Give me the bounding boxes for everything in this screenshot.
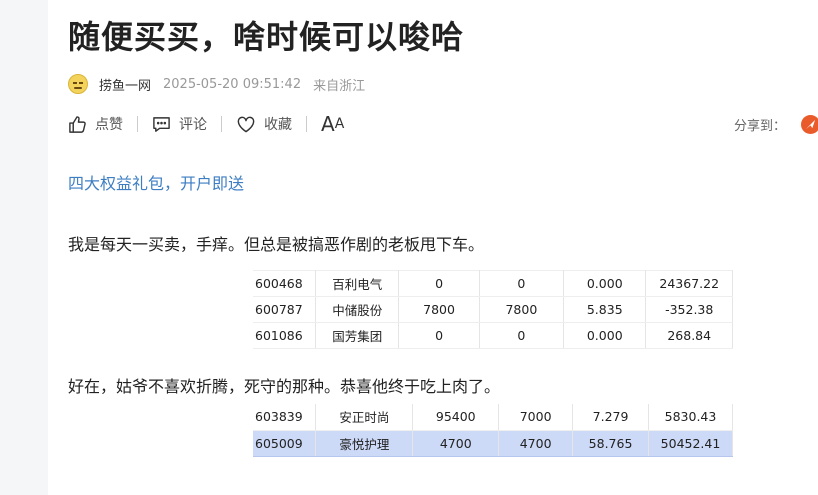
stock-qty: 0	[398, 322, 480, 349]
share-bar: 分享到：	[734, 113, 818, 135]
stock-qty: 95400	[412, 404, 500, 431]
stock-name: 中储股份	[315, 296, 400, 323]
comment-label: 评论	[179, 117, 207, 133]
font-size-small: A	[334, 116, 345, 132]
font-size-button[interactable]: AA	[321, 112, 344, 136]
holdings-table-1: 600468 百利电气 0 0 0.000 24367.22 600787 中储…	[253, 270, 733, 349]
stock-pnl: 5830.43	[648, 404, 733, 431]
stock-qty: 0	[398, 270, 480, 297]
action-bar: 点赞 评论 收藏 AA	[68, 112, 344, 136]
stock-avail: 0	[479, 270, 565, 297]
promo-link[interactable]: 四大权益礼包，开户即送	[68, 170, 244, 194]
article-title: 随便买买，啥时候可以唆哈	[68, 18, 465, 56]
heart-icon	[237, 116, 255, 132]
favorite-button[interactable]: 收藏	[236, 114, 292, 134]
stock-code: 603839	[253, 404, 317, 431]
table-row: 600787 中储股份 7800 7800 5.835 -352.38	[253, 296, 733, 323]
stock-avail: 7800	[479, 296, 565, 323]
stock-avail: 0	[479, 322, 565, 349]
stock-qty: 7800	[398, 296, 480, 323]
comment-button[interactable]: 评论	[152, 114, 207, 134]
stock-name: 国芳集团	[315, 322, 400, 349]
paragraph-1: 我是每天一买卖，手痒。但总是被搞恶作剧的老板甩下车。	[68, 235, 485, 254]
favorite-label: 收藏	[264, 117, 292, 133]
article-meta: 捞鱼一网 2025-05-20 09:51:42 来自浙江	[68, 74, 365, 94]
author-name[interactable]: 捞鱼一网	[99, 75, 151, 94]
paragraph-2: 好在，姑爷不喜欢折腾，死守的那种。恭喜他终于吃上肉了。	[68, 377, 501, 396]
stock-code: 600787	[253, 296, 317, 323]
stock-avail: 7000	[498, 404, 574, 431]
stock-name: 百利电气	[315, 270, 400, 297]
stock-name: 安正时尚	[315, 404, 414, 431]
left-sidebar-strip	[0, 0, 48, 495]
share-platform-button[interactable]	[801, 114, 818, 134]
author-avatar[interactable]	[68, 74, 88, 94]
stock-price: 0.000	[563, 270, 647, 297]
share-platform-icon	[805, 119, 816, 129]
stock-price: 0.000	[563, 322, 647, 349]
stock-price: 5.835	[563, 296, 647, 323]
stock-code: 600468	[253, 270, 317, 297]
stock-price: 58.765	[572, 430, 649, 457]
stock-pnl: 268.84	[645, 322, 733, 349]
table-row: 601086 国芳集团 0 0 0.000 268.84	[253, 322, 733, 349]
font-size-large: A	[321, 112, 335, 136]
divider	[221, 116, 222, 132]
share-label: 分享到：	[734, 118, 787, 134]
table-row: 603839 安正时尚 95400 7000 7.279 5830.43	[253, 404, 733, 431]
stock-price: 7.279	[572, 404, 649, 431]
stock-avail: 4700	[498, 430, 574, 457]
stock-pnl: -352.38	[645, 296, 733, 323]
comment-icon	[153, 116, 170, 132]
divider	[306, 116, 307, 132]
table-row: 600468 百利电气 0 0 0.000 24367.22	[253, 270, 733, 297]
like-button[interactable]: 点赞	[68, 114, 123, 134]
thumbs-up-icon	[69, 115, 86, 133]
stock-pnl: 50452.41	[648, 430, 733, 457]
publish-time: 2025-05-20 09:51:42	[163, 76, 302, 92]
divider	[137, 116, 138, 132]
stock-pnl: 24367.22	[645, 270, 733, 297]
publish-origin: 来自浙江	[313, 78, 366, 94]
like-label: 点赞	[95, 117, 123, 133]
stock-name: 豪悦护理	[315, 430, 414, 457]
stock-qty: 4700	[412, 430, 500, 457]
stock-code: 601086	[253, 322, 317, 349]
stock-code: 605009	[253, 430, 317, 457]
holdings-table-2: 603839 安正时尚 95400 7000 7.279 5830.43 605…	[253, 404, 733, 457]
table-row-highlighted: 605009 豪悦护理 4700 4700 58.765 50452.41	[253, 430, 733, 457]
